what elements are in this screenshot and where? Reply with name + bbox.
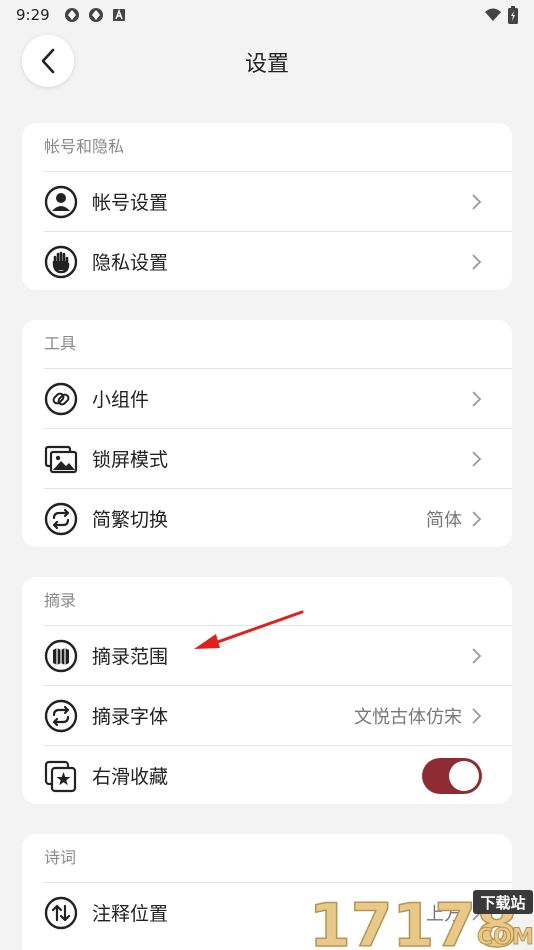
lock-screen-row[interactable]: 锁屏模式 — [44, 428, 512, 488]
notification-icon — [64, 8, 79, 22]
row-value: 简体 — [426, 509, 462, 531]
privacy-settings-row[interactable]: 隐私设置 — [44, 231, 512, 290]
row-label: 简繁切换 — [92, 509, 169, 531]
watermark-logo: 17178 下载站 COM — [305, 888, 534, 950]
status-bar: 9:29 — [0, 0, 534, 30]
row-label: 帐号设置 — [92, 192, 169, 214]
hand-stop-icon — [44, 245, 78, 279]
widget-row[interactable]: 小组件 — [44, 368, 512, 428]
swap-icon — [44, 699, 78, 733]
link-icon — [44, 382, 78, 416]
page-title: 设置 — [244, 52, 289, 77]
row-label: 右滑收藏 — [92, 766, 169, 788]
notification-icon — [88, 8, 103, 22]
row-label: 摘录字体 — [92, 706, 169, 728]
section-tools: 工具 小组件 锁屏模式 简繁切换 简体 — [22, 320, 512, 547]
chevron-right-icon — [470, 707, 482, 725]
svg-text:下载站: 下载站 — [480, 894, 525, 912]
chevron-right-icon — [470, 390, 482, 408]
wifi-icon — [485, 8, 501, 21]
chevron-right-icon — [470, 510, 482, 528]
chevron-right-icon — [470, 193, 482, 211]
chevron-right-icon — [470, 450, 482, 468]
account-settings-row[interactable]: 帐号设置 — [44, 171, 512, 231]
row-label: 摘录范围 — [92, 646, 169, 668]
section-title: 帐号和隐私 — [44, 137, 125, 156]
swipe-favorite-toggle[interactable] — [422, 757, 482, 794]
star-collection-icon — [44, 759, 78, 793]
map-icon — [44, 639, 78, 673]
battery-icon — [508, 6, 518, 24]
row-value: 文悦古体仿宋 — [354, 706, 462, 728]
row-label: 锁屏模式 — [92, 449, 169, 471]
user-icon — [44, 185, 78, 219]
annotation-arrow-icon — [194, 610, 304, 649]
svg-text:COM: COM — [477, 925, 534, 950]
swap-icon — [44, 502, 78, 536]
row-label: 隐私设置 — [92, 252, 169, 274]
top-bar: 设置 — [0, 32, 534, 92]
image-gallery-icon — [44, 442, 78, 476]
section-account-privacy: 帐号和隐私 帐号设置 隐私设置 — [22, 123, 512, 290]
section-title: 诗词 — [44, 848, 77, 867]
status-time: 9:29 — [16, 6, 50, 24]
row-label: 小组件 — [92, 389, 150, 411]
text-notification-icon — [112, 8, 125, 21]
simplified-traditional-row[interactable]: 简繁切换 简体 — [44, 488, 512, 547]
row-label: 注释位置 — [92, 903, 169, 925]
sort-arrows-icon — [44, 896, 78, 930]
toggle-knob — [449, 760, 479, 791]
chevron-right-icon — [470, 253, 482, 271]
excerpt-font-row[interactable]: 摘录字体 文悦古体仿宋 — [44, 685, 512, 745]
swipe-favorite-row: 右滑收藏 — [44, 745, 512, 804]
chevron-right-icon — [470, 647, 482, 665]
section-title: 工具 — [44, 334, 77, 353]
